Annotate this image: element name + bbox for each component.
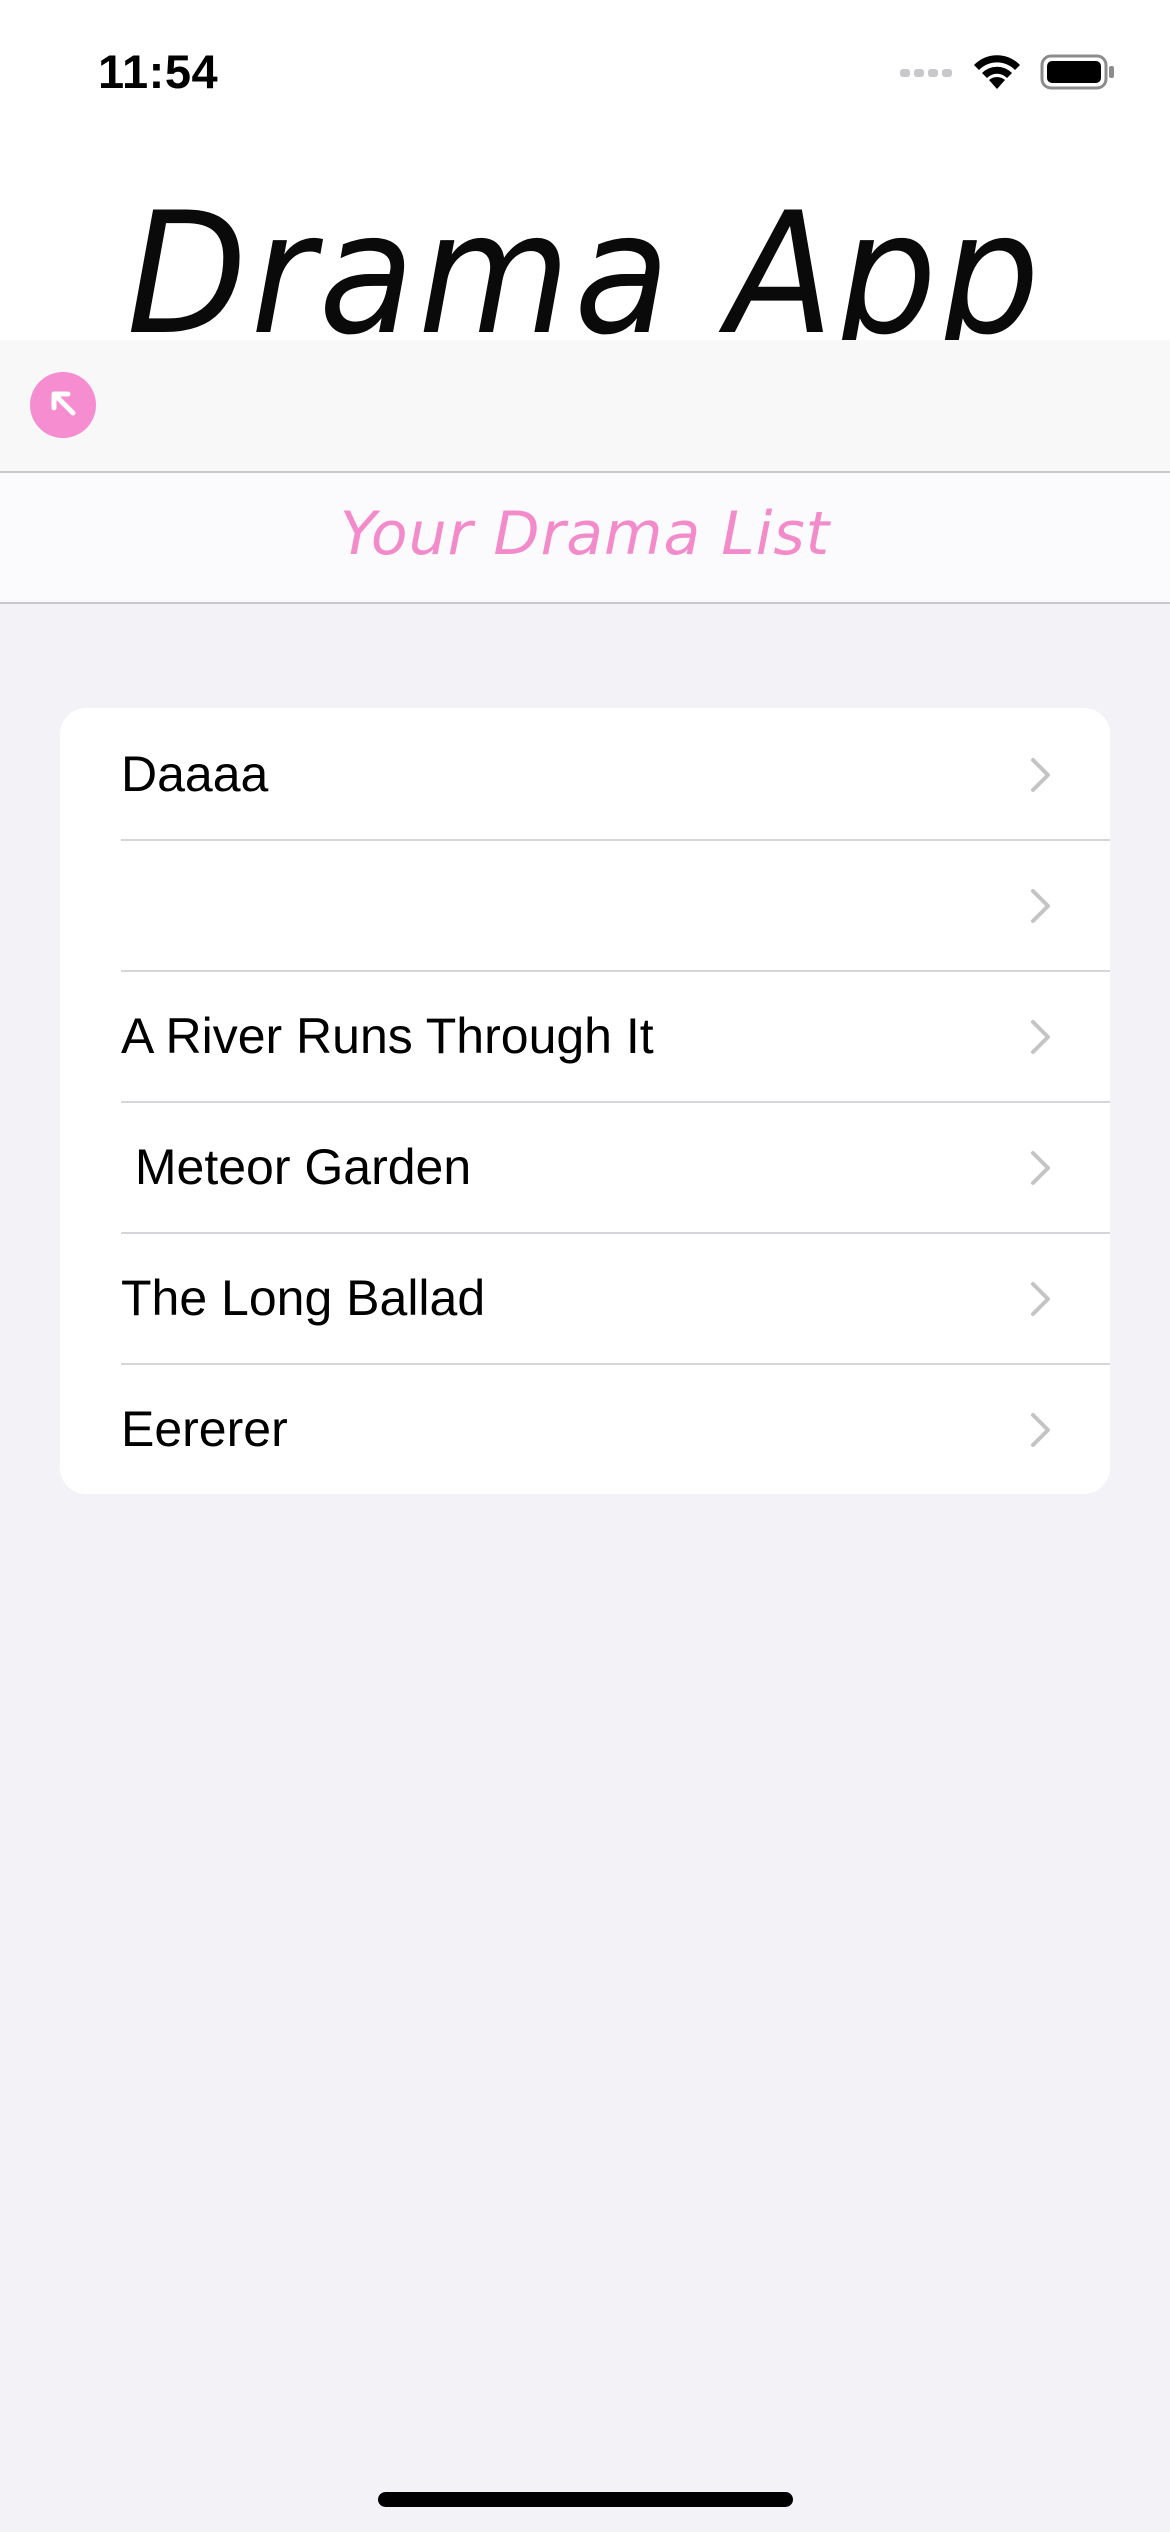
drama-title: Daaaa	[121, 746, 269, 802]
drama-list: Daaaa A River Runs Through It Meteor Gar…	[60, 708, 1110, 1494]
app-logo: Drama App	[126, 176, 1044, 340]
drama-list-item[interactable]: A River Runs Through It	[60, 970, 1110, 1101]
chevron-right-icon	[1031, 1020, 1050, 1054]
battery-icon	[1040, 54, 1116, 95]
drama-title: The Long Ballad	[121, 1270, 486, 1326]
chevron-right-icon	[1031, 1282, 1050, 1316]
chevron-right-icon	[1031, 1151, 1050, 1185]
status-bar: 11:54	[0, 0, 1170, 150]
drama-title: Meteor Garden	[121, 1139, 472, 1195]
nav-bar	[0, 340, 1170, 473]
drama-list-item[interactable]	[60, 839, 1110, 970]
title-bar: Your Drama List	[0, 473, 1170, 604]
drama-list-item[interactable]: Meteor Garden	[60, 1101, 1110, 1232]
signal-icon	[900, 65, 954, 84]
wifi-icon	[972, 53, 1022, 96]
drama-list-item[interactable]: Eererer	[60, 1363, 1110, 1494]
drama-list-item[interactable]: The Long Ballad	[60, 1232, 1110, 1363]
chevron-right-icon	[1031, 758, 1050, 792]
back-button[interactable]	[30, 372, 96, 438]
page-title: Your Drama List	[339, 499, 831, 569]
status-time: 11:54	[98, 45, 219, 98]
drama-list-item[interactable]: Daaaa	[60, 708, 1110, 839]
drama-title: Eererer	[121, 1401, 288, 1457]
chevron-right-icon	[1031, 1413, 1050, 1447]
arrow-up-left-icon	[46, 386, 80, 425]
chevron-right-icon	[1031, 889, 1050, 923]
status-icons	[900, 52, 1116, 96]
drama-title: A River Runs Through It	[121, 1008, 654, 1064]
app-header: Drama App	[0, 150, 1170, 340]
home-indicator[interactable]	[378, 2492, 793, 2507]
